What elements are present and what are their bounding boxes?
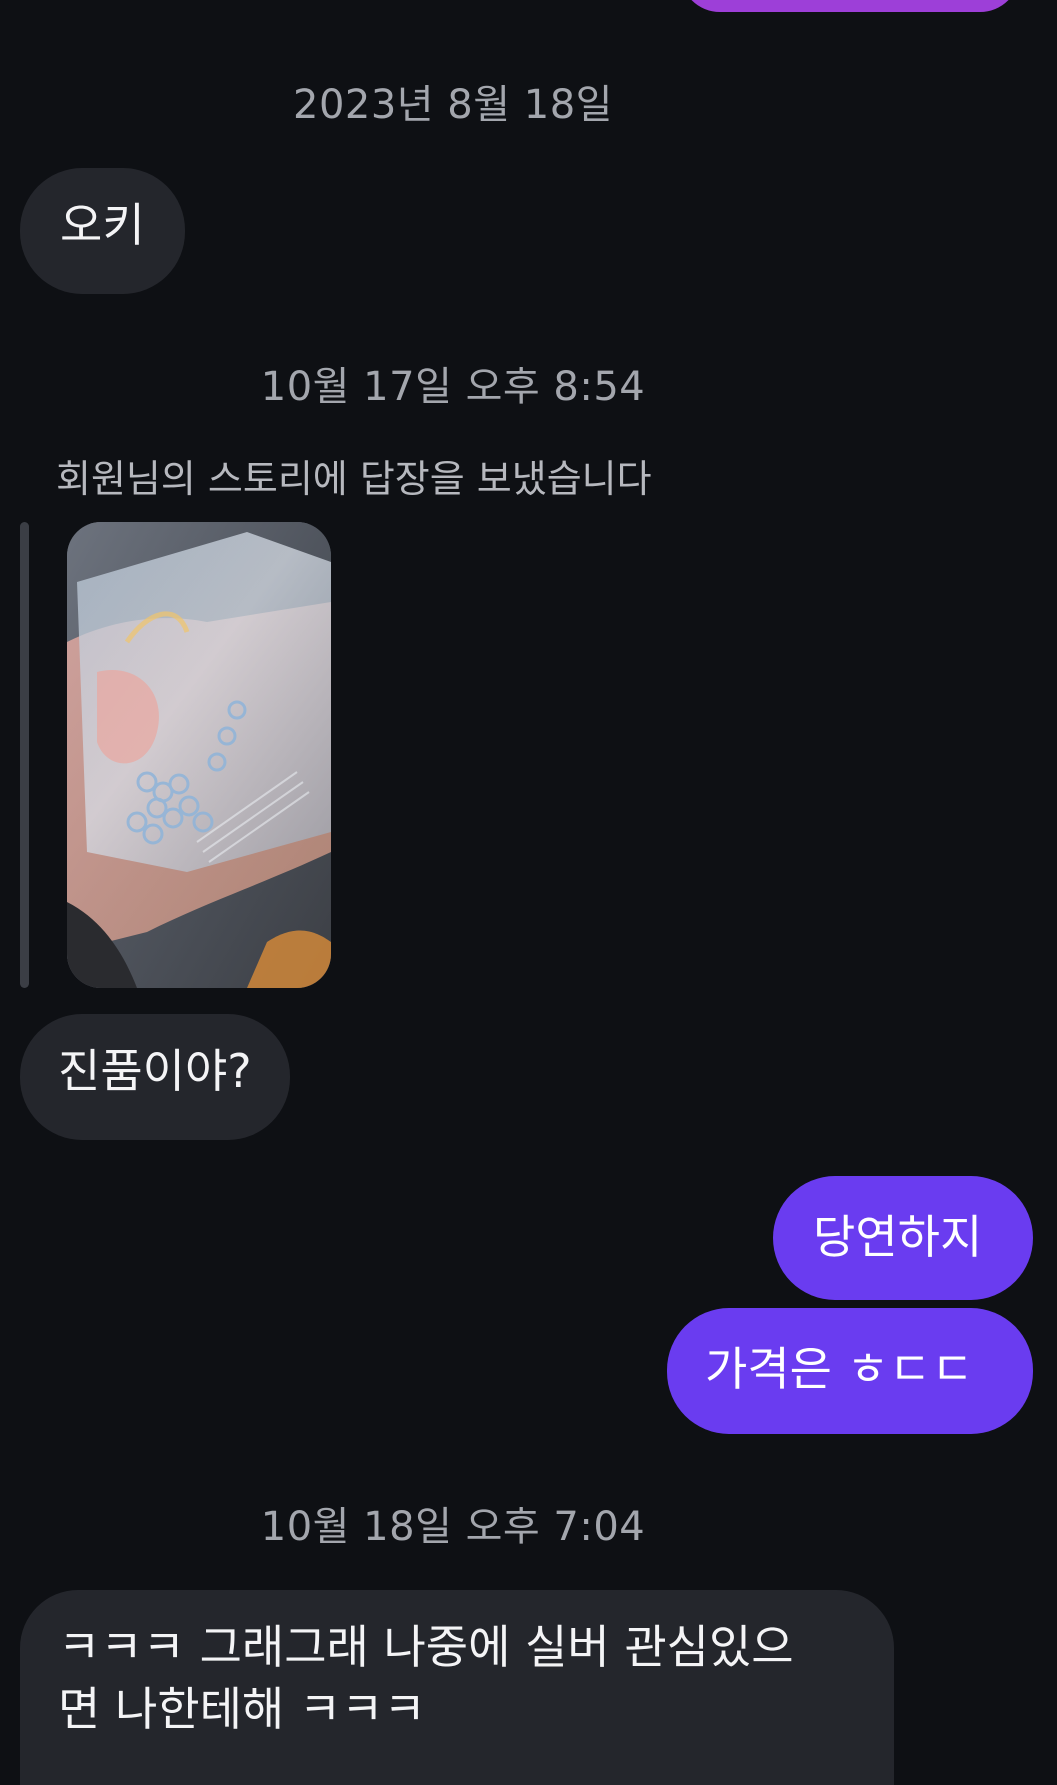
- outgoing-message[interactable]: 가격은 ㅎㄷㄷ: [667, 1308, 1033, 1434]
- date-divider: 2023년 8월 18일: [293, 82, 613, 128]
- message-text-line: 면 나한테해 ㅋㅋㅋ: [58, 1682, 426, 1736]
- message-text: 진품이야?: [58, 1044, 252, 1098]
- message-text: 오키: [60, 198, 145, 252]
- message-text: 당연하지: [813, 1210, 983, 1264]
- incoming-message[interactable]: 진품이야?: [20, 1014, 290, 1140]
- story-thumbnail[interactable]: [67, 522, 331, 988]
- message-text: 가격은 ㅎㄷㄷ: [705, 1342, 974, 1396]
- date-divider: 10월 17일 오후 8:54: [260, 364, 646, 410]
- story-reply-note: 회원님의 스토리에 답장을 보냈습니다: [56, 457, 652, 501]
- outgoing-message[interactable]: 당연하지: [773, 1176, 1033, 1300]
- story-photo-icon: [67, 522, 331, 988]
- previous-message-bubble[interactable]: [680, 0, 1020, 12]
- date-divider: 10월 18일 오후 7:04: [260, 1504, 646, 1550]
- incoming-message[interactable]: ㅋㅋㅋ 그래그래 나중에 실버 관심있으 면 나한테해 ㅋㅋㅋ: [20, 1590, 894, 1785]
- quote-bar: [20, 522, 29, 988]
- incoming-message[interactable]: 오키: [20, 168, 185, 294]
- message-text-line: ㅋㅋㅋ 그래그래 나중에 실버 관심있으: [58, 1620, 794, 1674]
